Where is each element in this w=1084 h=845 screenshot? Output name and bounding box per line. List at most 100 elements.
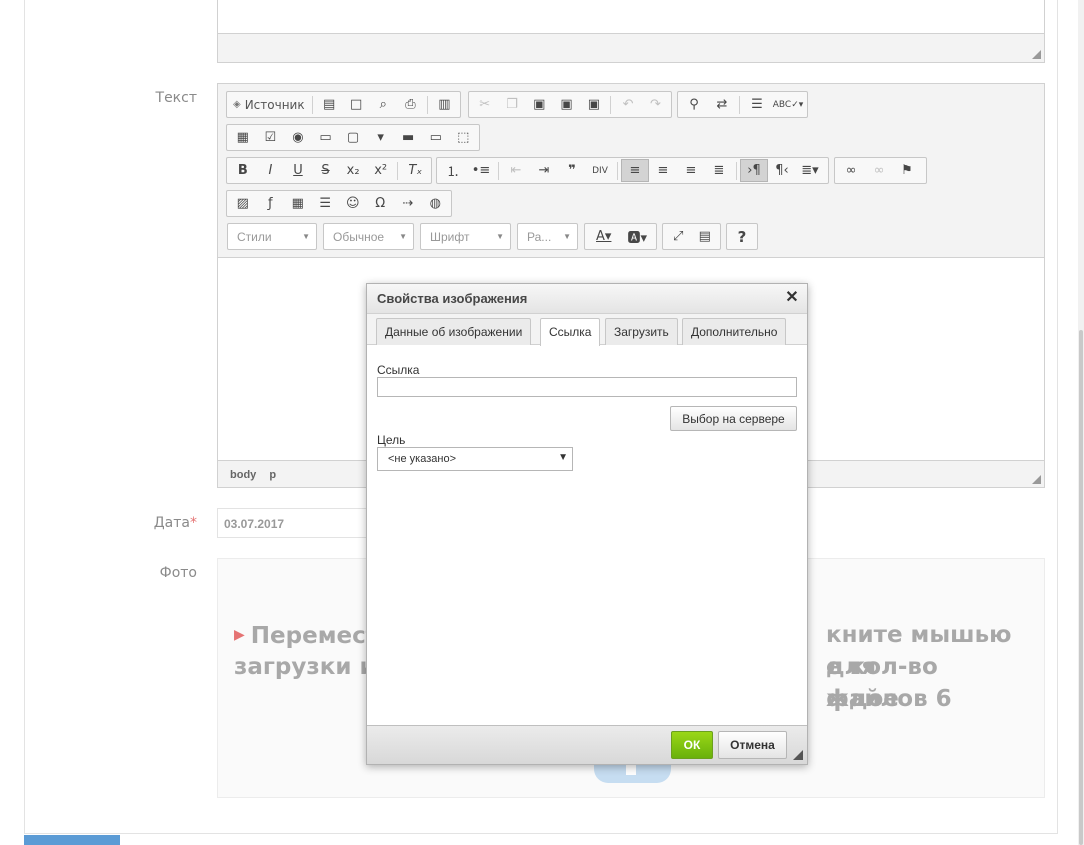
target-label: Цель [377,433,406,447]
link-url-input[interactable] [377,377,797,397]
photo-field-label: Фото [159,565,197,581]
iframe-icon[interactable]: ◍ [422,192,450,215]
preview-icon[interactable]: ⌕ [370,93,397,116]
chevron-down-icon: ▼ [558,452,568,463]
justify-icon[interactable]: ≣ [705,159,733,182]
textfield-icon[interactable]: ▭ [312,126,340,149]
toolbar-group-links: ∞ ∞ ⚑ [834,157,927,184]
bulleted-list-icon[interactable]: •≡ [467,159,495,182]
image-properties-dialog: Свойства изображения ✕ Данные об изображ… [366,283,808,765]
path-item-body[interactable]: body [230,469,256,481]
source-button[interactable]: ◈ Источник [229,93,309,116]
bg-color-icon[interactable]: 🅰▾ [621,225,655,248]
paste-text-icon[interactable]: ▣ [553,93,580,116]
align-center-icon[interactable]: ≡ [649,159,677,182]
dialog-resize-handle[interactable] [793,750,803,760]
unlink-icon[interactable]: ∞ [865,159,893,182]
ok-button[interactable]: ОК [671,731,713,759]
image-button-icon[interactable]: ▭ [422,126,450,149]
scrollbar-thumb[interactable] [1079,330,1083,845]
copy-icon[interactable]: ❐ [498,93,525,116]
tab-link[interactable]: Ссылка [540,318,601,346]
close-icon[interactable]: ✕ [783,288,801,308]
maximize-icon[interactable]: ⤢ [665,225,692,248]
image-icon[interactable]: ▨ [229,192,257,215]
print-icon[interactable]: ⎙ [397,93,424,116]
hidden-field-icon[interactable]: ⬚ [450,126,478,149]
page-break-icon[interactable]: ⇢ [394,192,422,215]
link-icon[interactable]: ∞ [837,159,865,182]
smiley-icon[interactable]: ☺ [339,192,367,215]
paste-icon[interactable]: ▣ [526,93,553,116]
resize-handle[interactable] [1032,475,1041,484]
find-icon[interactable]: ⚲ [680,93,708,116]
outdent-icon[interactable]: ⇤ [502,159,530,182]
chevron-down-icon: ▼ [302,232,310,241]
undo-icon[interactable]: ↶ [614,93,641,116]
replace-icon[interactable]: ⇄ [708,93,736,116]
browse-server-button[interactable]: Выбор на сервере [670,406,797,431]
checkbox-icon[interactable]: ☑ [257,126,285,149]
table-icon[interactable]: ▦ [284,192,312,215]
subscript-icon[interactable]: x₂ [339,159,367,182]
cut-icon[interactable]: ✂ [471,93,498,116]
chevron-down-icon: ▼ [496,232,504,241]
paste-word-icon[interactable]: ▣ [580,93,607,116]
align-right-icon[interactable]: ≡ [677,159,705,182]
target-select-value: <не указано> [388,453,456,465]
horizontal-rule-icon[interactable]: ☰ [312,192,340,215]
size-combo[interactable]: Ра... ▼ [517,223,578,250]
chevron-down-icon: ▼ [399,232,407,241]
bottom-tab[interactable] [24,835,120,845]
superscript-icon[interactable]: x² [367,159,395,182]
align-left-icon[interactable]: ≡ [621,159,649,182]
resize-handle[interactable] [1032,50,1041,59]
textarea-icon[interactable]: ▢ [339,126,367,149]
path-item-p[interactable]: p [269,469,276,481]
tab-advanced[interactable]: Дополнительно [682,318,787,345]
target-select[interactable]: <не указано> ▼ [377,447,573,471]
cancel-button[interactable]: Отмена [718,731,787,759]
toolbar-group-basicstyles: B I U S x₂ x² Tₓ [226,157,432,184]
ltr-icon[interactable]: ›¶ [740,159,768,182]
source-label: Источник [244,97,305,112]
styles-combo[interactable]: Стили ▼ [227,223,317,250]
anchor-icon[interactable]: ⚑ [893,159,921,182]
numbered-list-icon[interactable]: ⒈ [439,159,467,182]
dialog-titlebar[interactable]: Свойства изображения ✕ [367,284,807,314]
separator [736,161,737,180]
font-combo[interactable]: Шрифт ▼ [420,223,511,250]
date-input[interactable]: 03.07.2017 [217,508,377,538]
select-icon[interactable]: ▾ [367,126,395,149]
bold-icon[interactable]: B [229,159,257,182]
flash-icon[interactable]: ƒ [257,192,285,215]
help-icon[interactable]: ? [729,225,755,248]
tab-image-info[interactable]: Данные об изображении [376,318,532,345]
tab-upload[interactable]: Загрузить [605,318,678,345]
source-icon: ◈ [233,99,241,110]
italic-icon[interactable]: I [257,159,285,182]
select-all-icon[interactable]: ☰ [743,93,771,116]
blockquote-icon[interactable]: ❞ [558,159,586,182]
form-icon[interactable]: ▦ [229,126,257,149]
div-icon[interactable]: DIV [586,159,614,182]
templates-icon[interactable]: ▥ [431,93,458,116]
language-icon[interactable]: ≣▾ [796,159,824,182]
format-combo[interactable]: Обычное ▼ [323,223,414,250]
underline-icon[interactable]: U [284,159,312,182]
remove-format-icon[interactable]: Tₓ [401,159,429,182]
redo-icon[interactable]: ↷ [642,93,669,116]
save-icon[interactable]: ▤ [316,93,343,116]
text-color-icon[interactable]: A▾ [587,225,621,248]
caret-right-icon: ▶ [234,627,245,643]
radio-icon[interactable]: ◉ [284,126,312,149]
button-icon[interactable]: ▬ [394,126,422,149]
strike-icon[interactable]: S [312,159,340,182]
indent-icon[interactable]: ⇥ [530,159,558,182]
toolbar-group-forms: ▦ ☑ ◉ ▭ ▢ ▾ ▬ ▭ ⬚ [226,124,480,151]
special-char-icon[interactable]: Ω [367,192,395,215]
rtl-icon[interactable]: ¶‹ [768,159,796,182]
show-blocks-icon[interactable]: ▤ [692,225,719,248]
new-page-icon[interactable]: □ [343,93,370,116]
spellcheck-icon[interactable]: ABC✓▾ [771,93,805,116]
